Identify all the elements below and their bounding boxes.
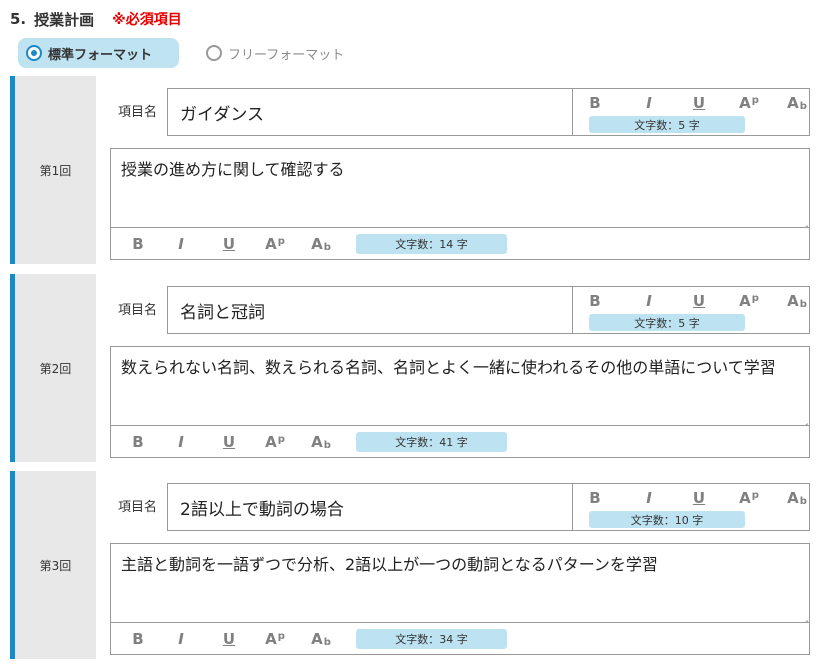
subscript-button[interactable]: Ab bbox=[785, 92, 809, 114]
superscript-button[interactable]: Ap bbox=[263, 431, 287, 453]
italic-button[interactable]: I bbox=[637, 487, 661, 509]
bold-button[interactable]: B bbox=[126, 628, 150, 650]
session-description-textarea[interactable]: 主語と動詞を一語ずつで分析、2語以上が一つの動詞となるパターンを学習 bbox=[110, 543, 810, 623]
superscript-button[interactable]: Ap bbox=[737, 487, 761, 509]
session-number: 第3回 bbox=[39, 558, 72, 573]
subscript-button[interactable]: Ab bbox=[309, 233, 333, 255]
description-tools: B I U Ap Ab bbox=[111, 628, 351, 650]
underline-button[interactable]: U bbox=[687, 487, 711, 509]
underline-button[interactable]: U bbox=[217, 431, 241, 453]
session-label: 第1回 bbox=[15, 76, 96, 264]
bold-button[interactable]: B bbox=[126, 233, 150, 255]
title-format-toolbar: B I U Ap Ab 文字数：10 字 bbox=[573, 483, 810, 531]
section-header: 5. 授業計画 ※必須項目 bbox=[10, 8, 182, 30]
underline-button[interactable]: U bbox=[217, 628, 241, 650]
title-char-count: 文字数：10 字 bbox=[589, 511, 745, 528]
resize-handle-icon[interactable] bbox=[799, 612, 808, 621]
bold-button[interactable]: B bbox=[583, 487, 607, 509]
session-description-text: 授業の進め方に関して確認する bbox=[121, 160, 345, 179]
session-description-textarea[interactable]: 数えられない名詞、数えられる名詞、名詞とよく一緒に使われるその他の単語について学… bbox=[110, 346, 810, 426]
session-block: 第1回 項目名 ガイダンス B I U Ap Ab 文字数：5 字 授業の進め方… bbox=[10, 76, 816, 264]
italic-button[interactable]: I bbox=[637, 92, 661, 114]
title-char-count: 文字数：5 字 bbox=[589, 116, 745, 133]
description-format-toolbar: B I U Ap Ab 文字数：14 字 bbox=[110, 228, 810, 260]
session-block: 第2回 項目名 名詞と冠詞 B I U Ap Ab 文字数：5 字 数えられない… bbox=[10, 274, 816, 462]
session-block: 第3回 項目名 2語以上で動詞の場合 B I U Ap Ab 文字数：10 字 … bbox=[10, 471, 816, 659]
italic-button[interactable]: I bbox=[637, 290, 661, 312]
title-tools: B I U Ap Ab bbox=[573, 487, 810, 509]
session-description-textarea[interactable]: 授業の進め方に関して確認する bbox=[110, 148, 810, 228]
subscript-button[interactable]: Ab bbox=[785, 487, 809, 509]
section-title: 授業計画 bbox=[34, 10, 95, 29]
italic-button[interactable]: I bbox=[169, 233, 193, 255]
description-format-toolbar: B I U Ap Ab 文字数：34 字 bbox=[110, 623, 810, 655]
bold-button[interactable]: B bbox=[126, 431, 150, 453]
resize-handle-icon[interactable] bbox=[799, 217, 808, 226]
underline-button[interactable]: U bbox=[687, 92, 711, 114]
radio-unselected-icon[interactable] bbox=[206, 45, 222, 61]
resize-handle-icon[interactable] bbox=[799, 415, 808, 424]
session-title-input[interactable]: 名詞と冠詞 bbox=[167, 286, 573, 334]
title-format-toolbar: B I U Ap Ab 文字数：5 字 bbox=[573, 88, 810, 136]
bold-button[interactable]: B bbox=[583, 290, 607, 312]
italic-button[interactable]: I bbox=[169, 431, 193, 453]
title-format-toolbar: B I U Ap Ab 文字数：5 字 bbox=[573, 286, 810, 334]
session-number: 第1回 bbox=[39, 163, 72, 178]
item-name-label: 項目名 bbox=[118, 303, 158, 318]
italic-button[interactable]: I bbox=[169, 628, 193, 650]
section-number: 5. bbox=[10, 10, 27, 28]
bold-button[interactable]: B bbox=[583, 92, 607, 114]
session-title-input[interactable]: ガイダンス bbox=[167, 88, 573, 136]
item-name-label: 項目名 bbox=[118, 500, 158, 515]
superscript-button[interactable]: Ap bbox=[263, 233, 287, 255]
subscript-button[interactable]: Ab bbox=[785, 290, 809, 312]
format-free-option[interactable]: フリーフォーマット bbox=[198, 38, 344, 68]
description-tools: B I U Ap Ab bbox=[111, 233, 351, 255]
title-tools: B I U Ap Ab bbox=[573, 290, 810, 312]
superscript-button[interactable]: Ap bbox=[737, 290, 761, 312]
superscript-button[interactable]: Ap bbox=[263, 628, 287, 650]
superscript-button[interactable]: Ap bbox=[737, 92, 761, 114]
format-standard-label: 標準フォーマット bbox=[48, 47, 153, 63]
session-title-input[interactable]: 2語以上で動詞の場合 bbox=[167, 483, 573, 531]
session-number: 第2回 bbox=[39, 361, 72, 376]
description-char-count: 文字数：41 字 bbox=[356, 432, 507, 452]
item-name-label: 項目名 bbox=[118, 105, 158, 120]
session-description-text: 数えられない名詞、数えられる名詞、名詞とよく一緒に使われるその他の単語について学… bbox=[121, 358, 776, 377]
format-standard-option[interactable]: 標準フォーマット bbox=[18, 38, 179, 68]
session-label: 第3回 bbox=[15, 471, 96, 659]
session-label: 第2回 bbox=[15, 274, 96, 462]
required-note: ※必須項目 bbox=[112, 12, 182, 28]
description-char-count: 文字数：14 字 bbox=[356, 234, 507, 254]
radio-selected-icon[interactable] bbox=[26, 45, 42, 61]
subscript-button[interactable]: Ab bbox=[309, 431, 333, 453]
description-format-toolbar: B I U Ap Ab 文字数：41 字 bbox=[110, 426, 810, 458]
format-free-label: フリーフォーマット bbox=[228, 47, 345, 63]
underline-button[interactable]: U bbox=[217, 233, 241, 255]
subscript-button[interactable]: Ab bbox=[309, 628, 333, 650]
title-tools: B I U Ap Ab bbox=[573, 92, 810, 114]
title-char-count: 文字数：5 字 bbox=[589, 314, 745, 331]
session-description-text: 主語と動詞を一語ずつで分析、2語以上が一つの動詞となるパターンを学習 bbox=[121, 555, 658, 574]
description-char-count: 文字数：34 字 bbox=[356, 629, 507, 649]
description-tools: B I U Ap Ab bbox=[111, 431, 351, 453]
underline-button[interactable]: U bbox=[687, 290, 711, 312]
